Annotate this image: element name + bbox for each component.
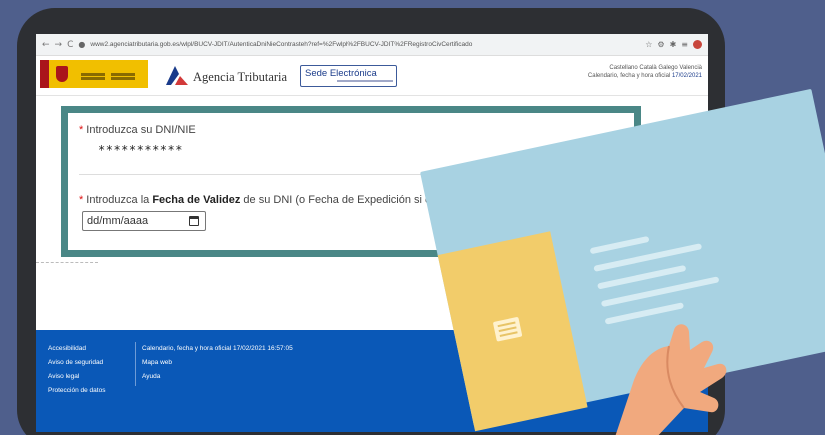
divider (36, 262, 98, 263)
site-header: Agencia Tributaria Sede Electrónica Cast… (36, 56, 708, 96)
lock-icon: ● (78, 40, 86, 49)
address-bar[interactable]: www2.agenciatributaria.gob.es/wlpl/BUCV-… (90, 41, 640, 48)
agency-name[interactable]: Agencia Tributaria (193, 70, 287, 85)
sede-electronica-logo[interactable]: Sede Electrónica (300, 65, 397, 87)
footer-link[interactable]: Aviso de seguridad (48, 356, 105, 370)
footer-link[interactable]: Aviso legal (48, 370, 105, 384)
date-label[interactable]: Calendario, fecha y hora oficial (588, 73, 670, 79)
footer-divider (135, 342, 136, 386)
coat-of-arms-icon (56, 66, 68, 82)
header-right-info: Castellano Català Galego Valencià Calend… (588, 64, 702, 80)
footer-col-1: Accesibilidad Aviso de seguridad Aviso l… (48, 342, 105, 398)
dni-input[interactable]: *********** (98, 143, 183, 157)
footer-link[interactable]: Ayuda (142, 370, 293, 384)
language-links[interactable]: Castellano Català Galego Valencià (588, 64, 702, 72)
government-logo[interactable] (40, 60, 148, 88)
forward-arrow-icon[interactable]: → (55, 40, 63, 50)
reload-icon[interactable]: C (67, 40, 73, 50)
back-arrow-icon[interactable]: ← (42, 40, 50, 50)
dni-field-label: * Introduzca su DNI/NIE (79, 124, 196, 136)
browser-toolbar: ← → C ● www2.agenciatributaria.gob.es/wl… (36, 34, 708, 56)
extension-icon[interactable]: ⚙ (657, 40, 664, 49)
profile-avatar[interactable] (693, 40, 702, 49)
puzzle-icon[interactable]: ✱ (670, 40, 677, 49)
menu-icon[interactable]: ≡ (681, 40, 688, 49)
footer-link[interactable]: Protección de datos (48, 384, 105, 398)
hand-icon (615, 324, 727, 435)
validity-date-input[interactable]: dd/mm/aaaa (82, 211, 206, 231)
aeat-logo-icon[interactable] (166, 64, 188, 86)
date-value: 17/02/2021 (671, 73, 702, 79)
star-icon[interactable]: ☆ (645, 40, 652, 49)
footer-link[interactable]: Calendario, fecha y hora oficial 17/02/2… (142, 342, 293, 356)
calendar-icon[interactable] (189, 216, 199, 226)
footer-link[interactable]: Accesibilidad (48, 342, 105, 356)
footer-col-2: Calendario, fecha y hora oficial 17/02/2… (142, 342, 293, 384)
footer-link[interactable]: Mapa web (142, 356, 293, 370)
